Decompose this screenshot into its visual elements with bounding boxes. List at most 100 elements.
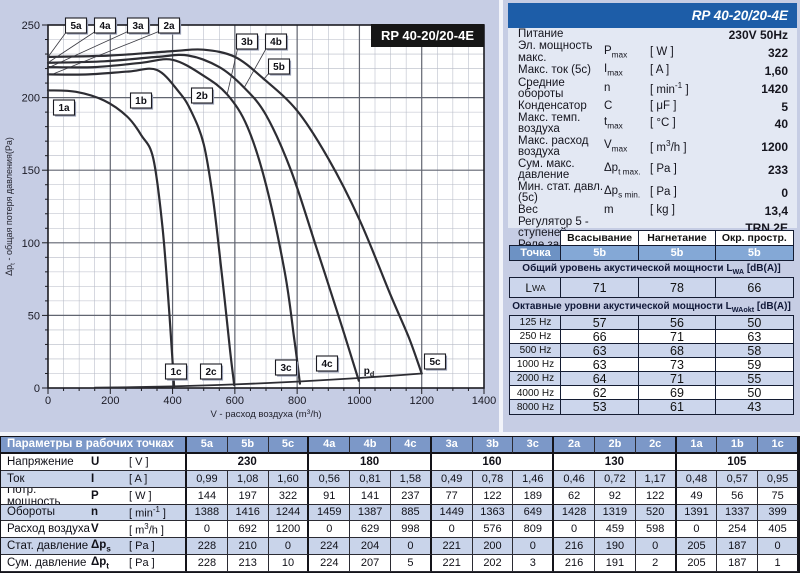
op-cell: 0 <box>391 538 432 555</box>
spec-row: Средние оборотыn[ min-1 ]1420 <box>508 78 797 101</box>
op-cell: 91 <box>309 488 350 505</box>
octave-row: 4000 Hz626950 <box>510 386 793 400</box>
y-tick-labels: 050100150200250 <box>22 20 40 395</box>
svg-text:50: 50 <box>28 310 40 322</box>
curve-label-5c: 5c <box>429 357 441 368</box>
op-cell: 692 <box>228 521 269 538</box>
op-cell: 0 <box>309 521 350 538</box>
op-param-symbol: n <box>91 506 129 518</box>
spec-symbol: Imax <box>604 64 650 78</box>
op-cell: 213 <box>228 555 269 572</box>
op-param-name: Ток <box>7 473 91 485</box>
svg-text:1000: 1000 <box>347 395 371 407</box>
acoustic-total-title: Общий уровень акустической мощности LWA … <box>510 260 793 278</box>
op-cell: 141 <box>350 488 391 505</box>
octave-row: 8000 Hz536143 <box>510 400 793 414</box>
op-cell: 0 <box>758 538 799 555</box>
lwa-value: 71 <box>560 277 639 298</box>
spec-label: Макс. ток (5c) <box>508 65 604 77</box>
op-cell: 0 <box>636 538 677 555</box>
svg-text:800: 800 <box>288 395 306 407</box>
op-cell: 649 <box>513 505 554 522</box>
op-cell: 1449 <box>432 505 473 522</box>
octave-row: 250 Hz667163 <box>510 330 793 344</box>
op-param-name: Потр. мощность <box>7 488 91 505</box>
acoustic-octave-title: Октавные уровни акустической мощности LW… <box>510 298 793 316</box>
op-param-name: Сум. давление <box>7 557 91 569</box>
op-param-symbol: Δps <box>91 539 129 553</box>
spec-row: Макс. ток (5c)Imax[ A ]1,60 <box>508 64 797 78</box>
op-cell: 1428 <box>554 505 595 522</box>
acoustic-total-row: LWA717866 <box>510 278 793 298</box>
spec-label: Конденсатор <box>508 101 604 113</box>
op-cell: 0,57 <box>717 471 758 488</box>
op-param-name: Напряжение <box>7 456 91 468</box>
spec-unit: [ °C ] <box>650 118 710 130</box>
spec-label: Сум. макс. давление <box>508 159 604 182</box>
op-cell: 809 <box>513 521 554 538</box>
op-cell: 0 <box>513 538 554 555</box>
op-col-header: 1b <box>717 437 758 454</box>
spec-unit: [ kg ] <box>650 205 710 217</box>
op-cell: 1,08 <box>228 471 269 488</box>
spec-row: Макс. темп. воздухаtmax[ °C ]40 <box>508 113 797 136</box>
op-param-symbol: P <box>91 490 129 502</box>
op-cell: 1 <box>758 555 799 572</box>
op-cell: 3 <box>513 555 554 572</box>
op-cell: 210 <box>228 538 269 555</box>
op-cell: 1388 <box>187 505 228 522</box>
acoustic-point-value: 5b <box>715 245 794 261</box>
op-voltage-value: 105 <box>677 454 799 471</box>
svg-text:1200: 1200 <box>409 395 433 407</box>
op-cell: 144 <box>187 488 228 505</box>
lwa-value: 66 <box>715 277 794 298</box>
datasheet-page: 0200400600800100012001400050100150200250… <box>0 0 800 573</box>
octave-row: 500 Hz636858 <box>510 344 793 358</box>
op-param-unit: [ Pa ] <box>129 540 185 552</box>
octave-row: 2000 Hz647155 <box>510 372 793 386</box>
op-cell: 0,72 <box>595 471 636 488</box>
op-cell: 0 <box>269 538 310 555</box>
op-cell: 1244 <box>269 505 310 522</box>
spec-value: 322 <box>710 47 797 59</box>
op-voltage-value: 230 <box>187 454 309 471</box>
spec-value: 13,4 <box>710 205 797 217</box>
spec-label: Макс. расход воздуха <box>508 136 604 159</box>
op-cell: 205 <box>677 538 718 555</box>
svg-text:200: 200 <box>101 395 119 407</box>
op-cell: 189 <box>513 488 554 505</box>
product-title-bar: RP 40-20/20-4E <box>508 3 797 28</box>
lwa-label: LWA <box>509 277 562 298</box>
op-cell: 1,60 <box>269 471 310 488</box>
op-col-header: 4b <box>350 437 391 454</box>
curve-label-2b: 2b <box>196 91 208 102</box>
op-cell: 221 <box>432 555 473 572</box>
op-cell: 228 <box>187 555 228 572</box>
spec-row: Сум. макс. давлениеΔpt max.[ Pa ]233 <box>508 159 797 182</box>
svg-text:200: 200 <box>22 93 40 105</box>
op-cell: 191 <box>595 555 636 572</box>
op-col-header: 1a <box>677 437 718 454</box>
op-cell: 122 <box>473 488 514 505</box>
svg-text:250: 250 <box>22 20 40 32</box>
spec-value: 1,60 <box>710 65 797 77</box>
op-cell: 221 <box>432 538 473 555</box>
acoustic-point-label: Точка <box>509 245 562 261</box>
spec-value: 40 <box>710 118 797 130</box>
spec-label: Мин. стат. давл. (5c) <box>508 182 604 205</box>
spec-symbol: Vmax <box>604 140 650 154</box>
acoustic-header-row: ВсасываниеНагнетаниеОкр. простр. <box>510 231 793 246</box>
product-title: RP 40-20/20-4E <box>692 8 788 23</box>
spec-symbol: tmax <box>604 117 650 131</box>
spec-row: КонденсаторC[ μF ]5 <box>508 101 797 113</box>
op-cell: 204 <box>350 538 391 555</box>
op-cell: 598 <box>636 521 677 538</box>
op-cell: 520 <box>636 505 677 522</box>
op-row-label: ТокI[ A ] <box>1 471 187 488</box>
op-col-header: 5a <box>187 437 228 454</box>
octave-freq-label: 8000 Hz <box>509 399 562 415</box>
op-cell: 254 <box>717 521 758 538</box>
spec-row: Весm[ kg ]13,4 <box>508 205 797 217</box>
x-axis-title: V - расход воздуха (m3/h) <box>210 409 321 420</box>
curve-label-1a: 1a <box>58 103 70 114</box>
